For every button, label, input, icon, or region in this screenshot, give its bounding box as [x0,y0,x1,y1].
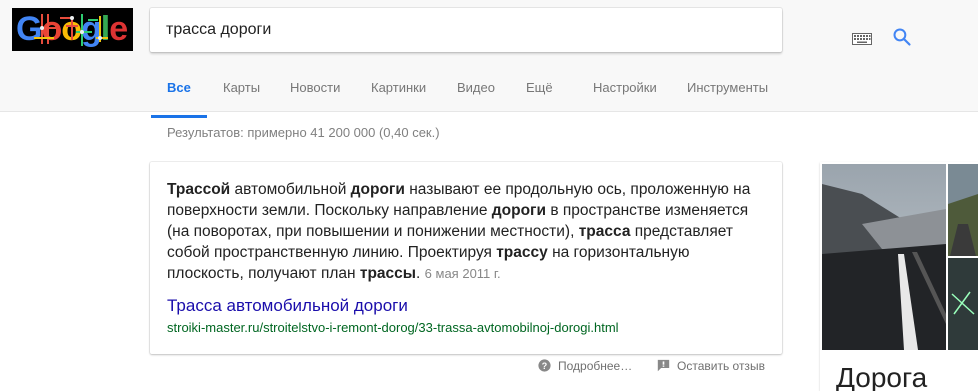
knowledge-panel-title: Дорога [836,362,928,391]
snippet-term: трассу [496,244,548,261]
snippet-term: дороги [491,202,547,219]
doodle-circuit-icon [34,14,108,46]
road-photo[interactable] [822,164,946,350]
snippet-term: трассы [359,265,417,282]
result-stats: Результатов: примерно 41 200 000 (0,40 с… [167,125,440,140]
snippet-date: 6 мая 2011 г. [424,266,501,281]
keyboard-icon[interactable] [852,33,872,45]
help-circle-icon: ? [538,359,551,372]
snippet-term: дороги [350,181,405,198]
featured-snippet-card: Трассой автомобильной дороги называют ее… [150,162,782,354]
tab-maps[interactable]: Карты [223,80,260,118]
search-box[interactable] [150,8,911,52]
tab-all[interactable]: Все [151,80,207,118]
knowledge-panel: Дорога [820,162,978,391]
tab-tools[interactable]: Инструменты [687,80,768,118]
feedback-icon [657,359,670,372]
snippet-term: трасса [578,223,631,240]
result-url: stroiki-master.ru/stroitelstvo-i-remont-… [167,320,619,335]
search-input[interactable] [166,8,686,52]
more-info-label: Подробнее… [558,359,633,373]
tab-video[interactable]: Видео [457,80,495,118]
svg-text:?: ? [542,361,547,371]
snippet-text: Трассой автомобильной дороги называют ее… [167,179,757,284]
tab-images[interactable]: Картинки [371,80,426,118]
tab-settings[interactable]: Настройки [593,80,657,118]
search-icon[interactable] [892,27,912,47]
snippet-text-part: . [416,265,425,282]
result-title-link[interactable]: Трасса автомобильной дороги [167,296,408,316]
road-thumbnail[interactable] [948,164,978,350]
snippet-text-part: автомобильной [230,181,351,198]
tab-news[interactable]: Новости [290,80,340,118]
tab-more[interactable]: Ещё [526,80,553,118]
feedback-label: Оставить отзыв [677,359,765,373]
google-doodle-logo[interactable]: Google [12,8,133,51]
top-bar: Google трасса дороги Все Карты Новости К… [0,0,978,118]
snippet-term: Трассой [167,181,231,198]
more-info-link[interactable]: ? Подробнее… [538,359,632,373]
feedback-link[interactable]: Оставить отзыв [657,359,765,373]
